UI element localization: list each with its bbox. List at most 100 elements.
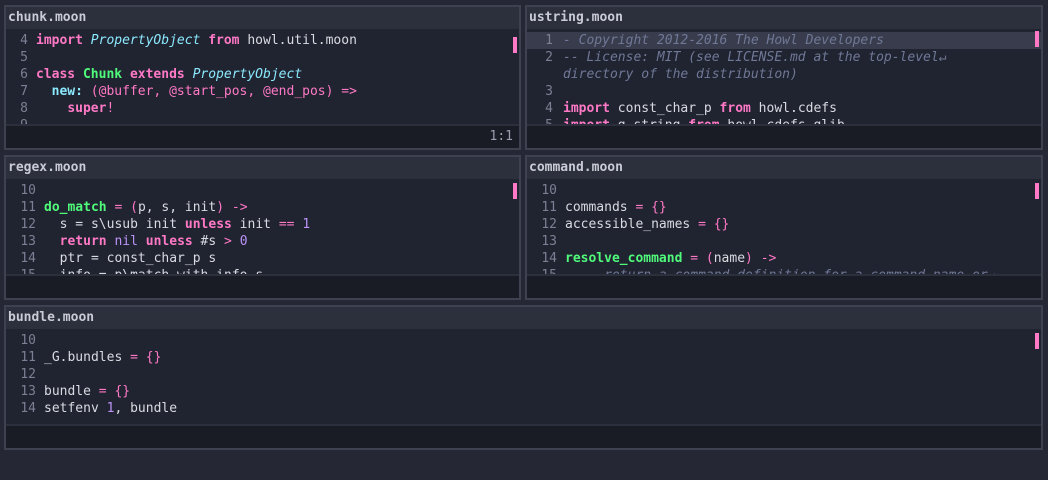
code-line[interactable]: 14 setfenv 1, bundle (6, 400, 1041, 417)
line-number: 11 (20, 350, 36, 365)
line-number: 1 (545, 33, 553, 48)
scroll-indicator[interactable] (1035, 183, 1039, 199)
line-number: 10 (20, 333, 36, 348)
editor-pane-regex[interactable]: regex.moon 10 11 do_match = (p, s, init) -… (4, 155, 521, 300)
code-token: = (98, 384, 107, 399)
scroll-indicator[interactable] (1035, 333, 1039, 349)
code-token: import (563, 101, 610, 116)
line-number: 2 (545, 50, 553, 65)
code-editor[interactable]: 10 11 _G.bundles = {} 12 13 bundle = {} 14 setf… (6, 329, 1041, 424)
code-line[interactable]: 12 accessible_names = {} (527, 216, 1041, 233)
code-editor[interactable]: 4 import PropertyObject from howl.util.mo… (6, 29, 519, 124)
code-token: ( (130, 200, 138, 215)
code-line[interactable]: 10 (527, 182, 1041, 199)
code-token: = (698, 217, 706, 232)
code-token: 0 (239, 234, 248, 249)
status-bar: 1:1 (6, 126, 519, 148)
editor-pane-ustring[interactable]: ustring.moon 1 - Copyright 2012-2016 The … (525, 5, 1043, 150)
code-line[interactable]: 10 (6, 332, 1041, 349)
code-token: > (224, 234, 232, 249)
code-token: do_match (44, 200, 107, 215)
pane-title: regex.moon (6, 157, 519, 179)
code-token: import (563, 118, 610, 124)
code-line[interactable]: 14 ptr = const_char_p s (6, 250, 519, 267)
status-bar (527, 276, 1041, 298)
code-line[interactable]: 3 (527, 83, 1041, 100)
code-line[interactable]: 6 class Chunk extends PropertyObject (6, 66, 519, 83)
code-token: -> (760, 251, 777, 266)
code-line[interactable]: 1 - Copyright 2012-2016 The Howl Develope… (527, 32, 1041, 49)
line-number: 13 (541, 234, 557, 249)
code-line[interactable]: 13 return nil unless #s > 0 (6, 233, 519, 250)
code-line[interactable]: 13 bundle = {} (6, 383, 1041, 400)
code-token: , (247, 84, 256, 99)
code-line[interactable]: 10 (6, 182, 519, 199)
code-token: from (208, 33, 240, 48)
line-number: 12 (20, 217, 36, 232)
code-line[interactable]: 8 super! (6, 100, 519, 117)
line-number: 15 (6, 267, 36, 274)
code-line[interactable]: 14 resolve_command = (name) -> (527, 250, 1041, 267)
code-token: name (713, 251, 746, 266)
code-token: @buffer (98, 84, 154, 99)
code-line[interactable]: 15 -- return a command definition for a … (527, 267, 1041, 274)
line-number: 3 (545, 84, 553, 99)
code-line[interactable]: 12 (6, 366, 1041, 383)
scroll-indicator[interactable] (513, 37, 517, 53)
line-number: 12 (20, 367, 36, 382)
code-token: ( (705, 251, 714, 266)
code-editor[interactable]: 10 11 do_match = (p, s, init) -> 12 s = s\u… (6, 179, 519, 274)
code-line[interactable]: 12 s = s\usub init unless init == 1 (6, 216, 519, 233)
code-line[interactable]: 2 -- License: MIT (see LICENSE.md at the … (527, 49, 1041, 66)
code-token: => (341, 84, 357, 99)
code-token: 1 (302, 217, 311, 232)
code-line[interactable]: directory of the distribution) (527, 66, 1041, 83)
editor-pane-bundle[interactable]: bundle.moon 10 11 _G.bundles = {} 12 13 bundl… (4, 305, 1043, 450)
code-line[interactable]: 11 do_match = (p, s, init) -> (6, 199, 519, 216)
code-token: nil (114, 234, 138, 249)
code-editor[interactable]: 1 - Copyright 2012-2016 The Howl Develope… (527, 29, 1041, 124)
code-token: const_char_p (609, 101, 720, 116)
code-line[interactable]: 4 import PropertyObject from howl.util.mo… (6, 32, 519, 49)
line-number: 8 (20, 101, 28, 116)
code-line[interactable]: 13 (527, 233, 1041, 250)
code-token: @start_pos (169, 84, 248, 99)
code-editor[interactable]: 10 11 commands = {} 12 accessible_names = {}… (527, 179, 1041, 274)
code-token: ptr = const_char_p s (44, 251, 217, 266)
line-number: 4 (545, 101, 553, 116)
code-line[interactable]: 7 new: (@buffer, @start_pos, @end_pos) =… (6, 83, 519, 100)
code-line[interactable]: 4 import const_char_p from howl.cdefs (527, 100, 1041, 117)
pane-title: chunk.moon (6, 7, 519, 29)
editor-pane-chunk[interactable]: chunk.moon 4 import PropertyObject from h… (4, 5, 521, 150)
code-token: directory of the distribution) (563, 67, 798, 82)
code-line[interactable]: 11 commands = {} (527, 199, 1041, 216)
code-line[interactable]: 11 _G.bundles = {} (6, 349, 1041, 366)
code-line[interactable]: 5 import g_string from howl.cdefs.glib (527, 117, 1041, 124)
code-token: bundle (44, 384, 99, 399)
code-token: {} (651, 200, 667, 215)
line-number: 13 (20, 234, 36, 249)
line-number: 10 (541, 183, 557, 198)
code-line[interactable]: 15 info = p\match_with_info s (6, 267, 519, 274)
code-line[interactable]: 9 (6, 117, 519, 124)
code-token: ) (745, 251, 753, 266)
scroll-indicator[interactable] (513, 183, 517, 199)
pane-title: ustring.moon (527, 7, 1041, 29)
scroll-indicator[interactable] (1035, 31, 1039, 47)
code-token: {} (114, 384, 131, 399)
editor-pane-command[interactable]: command.moon 10 11 commands = {} 12 accessib… (525, 155, 1043, 300)
line-number: 4 (20, 33, 28, 48)
code-token: s = s\usub init (44, 217, 185, 232)
line-number: 13 (20, 384, 36, 399)
code-line[interactable]: 5 (6, 49, 519, 66)
code-token: resolve_command (565, 251, 683, 266)
